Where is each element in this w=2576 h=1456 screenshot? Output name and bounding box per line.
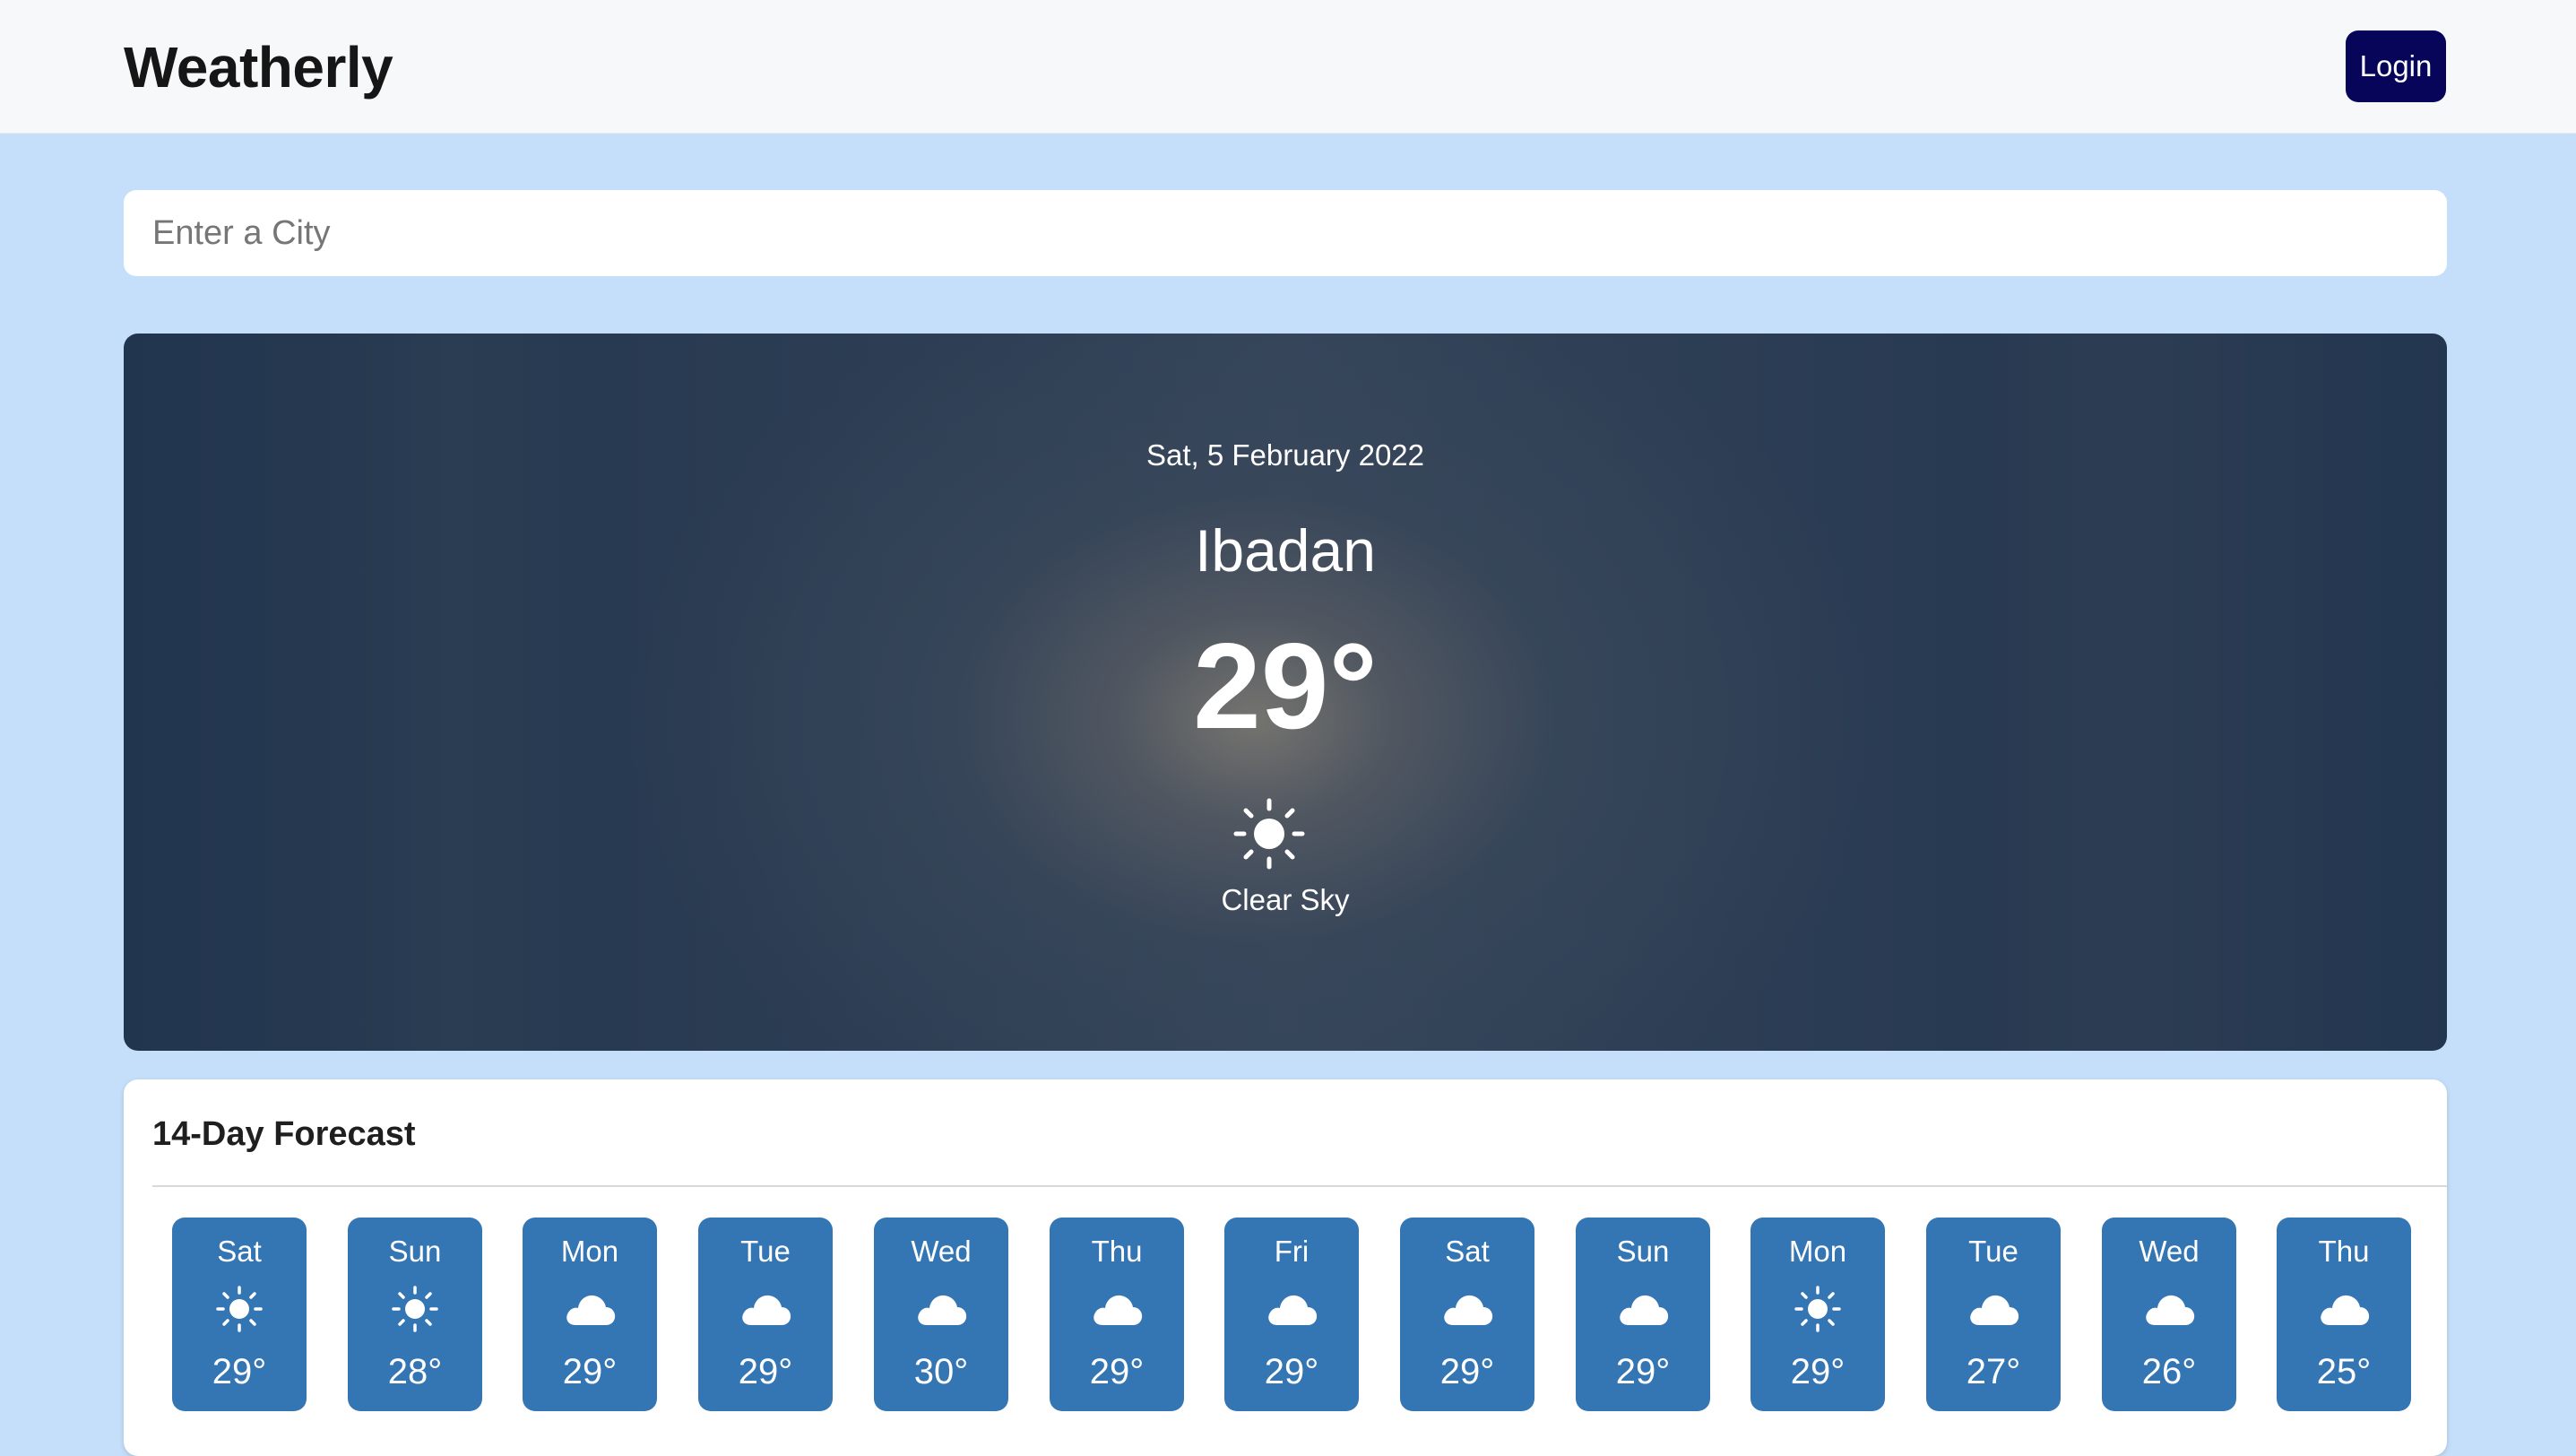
forecast-day-tile[interactable]: Thu 25° [2277, 1218, 2411, 1411]
current-condition: Clear Sky [1221, 883, 1350, 916]
navbar: Weatherly Login [0, 0, 2576, 134]
cloud-icon [1616, 1286, 1670, 1332]
forecast-day-list[interactable]: Sat 29° Sun 28° Mon 29° Tue 29° Wed 30° Thu 29° Fri 2… [172, 1218, 2447, 1415]
forecast-day-tile[interactable]: Sat 29° [172, 1218, 307, 1411]
sun-icon [1233, 798, 1305, 870]
forecast-day-temperature: 29° [738, 1352, 793, 1391]
forecast-day-temperature: 29° [212, 1352, 267, 1391]
cloud-icon [1090, 1286, 1144, 1332]
forecast-day-tile[interactable]: Sun 28° [348, 1218, 482, 1411]
forecast-day-tile[interactable]: Tue 27° [1926, 1218, 2061, 1411]
forecast-day-name: Tue [740, 1235, 791, 1268]
forecast-divider [152, 1185, 2447, 1187]
cloud-icon [2317, 1286, 2371, 1332]
forecast-day-name: Sun [388, 1235, 442, 1268]
forecast-day-temperature: 28° [387, 1352, 443, 1391]
cloud-icon [914, 1286, 968, 1332]
forecast-day-name: Thu [1091, 1235, 1143, 1268]
sun-icon [1791, 1286, 1845, 1332]
forecast-day-temperature: 29° [1615, 1352, 1671, 1391]
cloud-icon [1967, 1286, 2020, 1332]
forecast-day-temperature: 29° [1089, 1352, 1145, 1391]
sun-icon [212, 1286, 266, 1332]
brand-logo-text[interactable]: Weatherly [124, 34, 393, 100]
forecast-day-name: Thu [2318, 1235, 2370, 1268]
forecast-day-name: Fri [1274, 1235, 1310, 1268]
forecast-day-tile[interactable]: Tue 29° [698, 1218, 833, 1411]
forecast-day-tile[interactable]: Thu 29° [1050, 1218, 1184, 1411]
forecast-day-tile[interactable]: Fri 29° [1224, 1218, 1359, 1411]
city-search-input[interactable] [124, 190, 2447, 276]
forecast-day-temperature: 29° [562, 1352, 618, 1391]
cloud-icon [1440, 1286, 1494, 1332]
forecast-title: 14-Day Forecast [152, 1115, 416, 1153]
forecast-day-temperature: 26° [2141, 1352, 2197, 1391]
forecast-card: 14-Day Forecast Sat 29° Sun 28° Mon 29° Tue 29°… [124, 1079, 2447, 1456]
login-button[interactable]: Login [2346, 30, 2446, 102]
forecast-day-temperature: 30° [913, 1352, 969, 1391]
sun-icon [388, 1286, 442, 1332]
forecast-day-name: Wed [911, 1235, 972, 1268]
current-temperature: 29° [1193, 618, 1378, 754]
forecast-day-name: Mon [560, 1235, 619, 1268]
forecast-day-tile[interactable]: Mon 29° [523, 1218, 657, 1411]
forecast-day-name: Mon [1788, 1235, 1847, 1268]
forecast-day-name: Tue [1968, 1235, 2018, 1268]
current-weather-card: Sat, 5 February 2022 Ibadan 29° Clear Sk… [124, 334, 2447, 1051]
forecast-day-name: Sat [217, 1235, 262, 1268]
forecast-day-name: Wed [2139, 1235, 2200, 1268]
forecast-day-temperature: 25° [2316, 1352, 2372, 1391]
current-city: Ibadan [1195, 517, 1376, 584]
forecast-day-temperature: 27° [1966, 1352, 2021, 1391]
cloud-icon [1265, 1286, 1318, 1332]
forecast-day-tile[interactable]: Wed 30° [874, 1218, 1008, 1411]
forecast-day-temperature: 29° [1264, 1352, 1319, 1391]
forecast-day-temperature: 29° [1439, 1352, 1495, 1391]
cloud-icon [563, 1286, 617, 1332]
cloud-icon [739, 1286, 792, 1332]
forecast-day-tile[interactable]: Sun 29° [1576, 1218, 1710, 1411]
cloud-icon [2142, 1286, 2196, 1332]
forecast-day-name: Sat [1445, 1235, 1490, 1268]
current-date: Sat, 5 February 2022 [1145, 438, 1425, 472]
forecast-day-tile[interactable]: Sat 29° [1400, 1218, 1534, 1411]
forecast-day-tile[interactable]: Mon 29° [1750, 1218, 1885, 1411]
forecast-day-temperature: 29° [1790, 1352, 1846, 1391]
forecast-day-tile[interactable]: Wed 26° [2102, 1218, 2236, 1411]
forecast-day-name: Sun [1616, 1235, 1670, 1268]
